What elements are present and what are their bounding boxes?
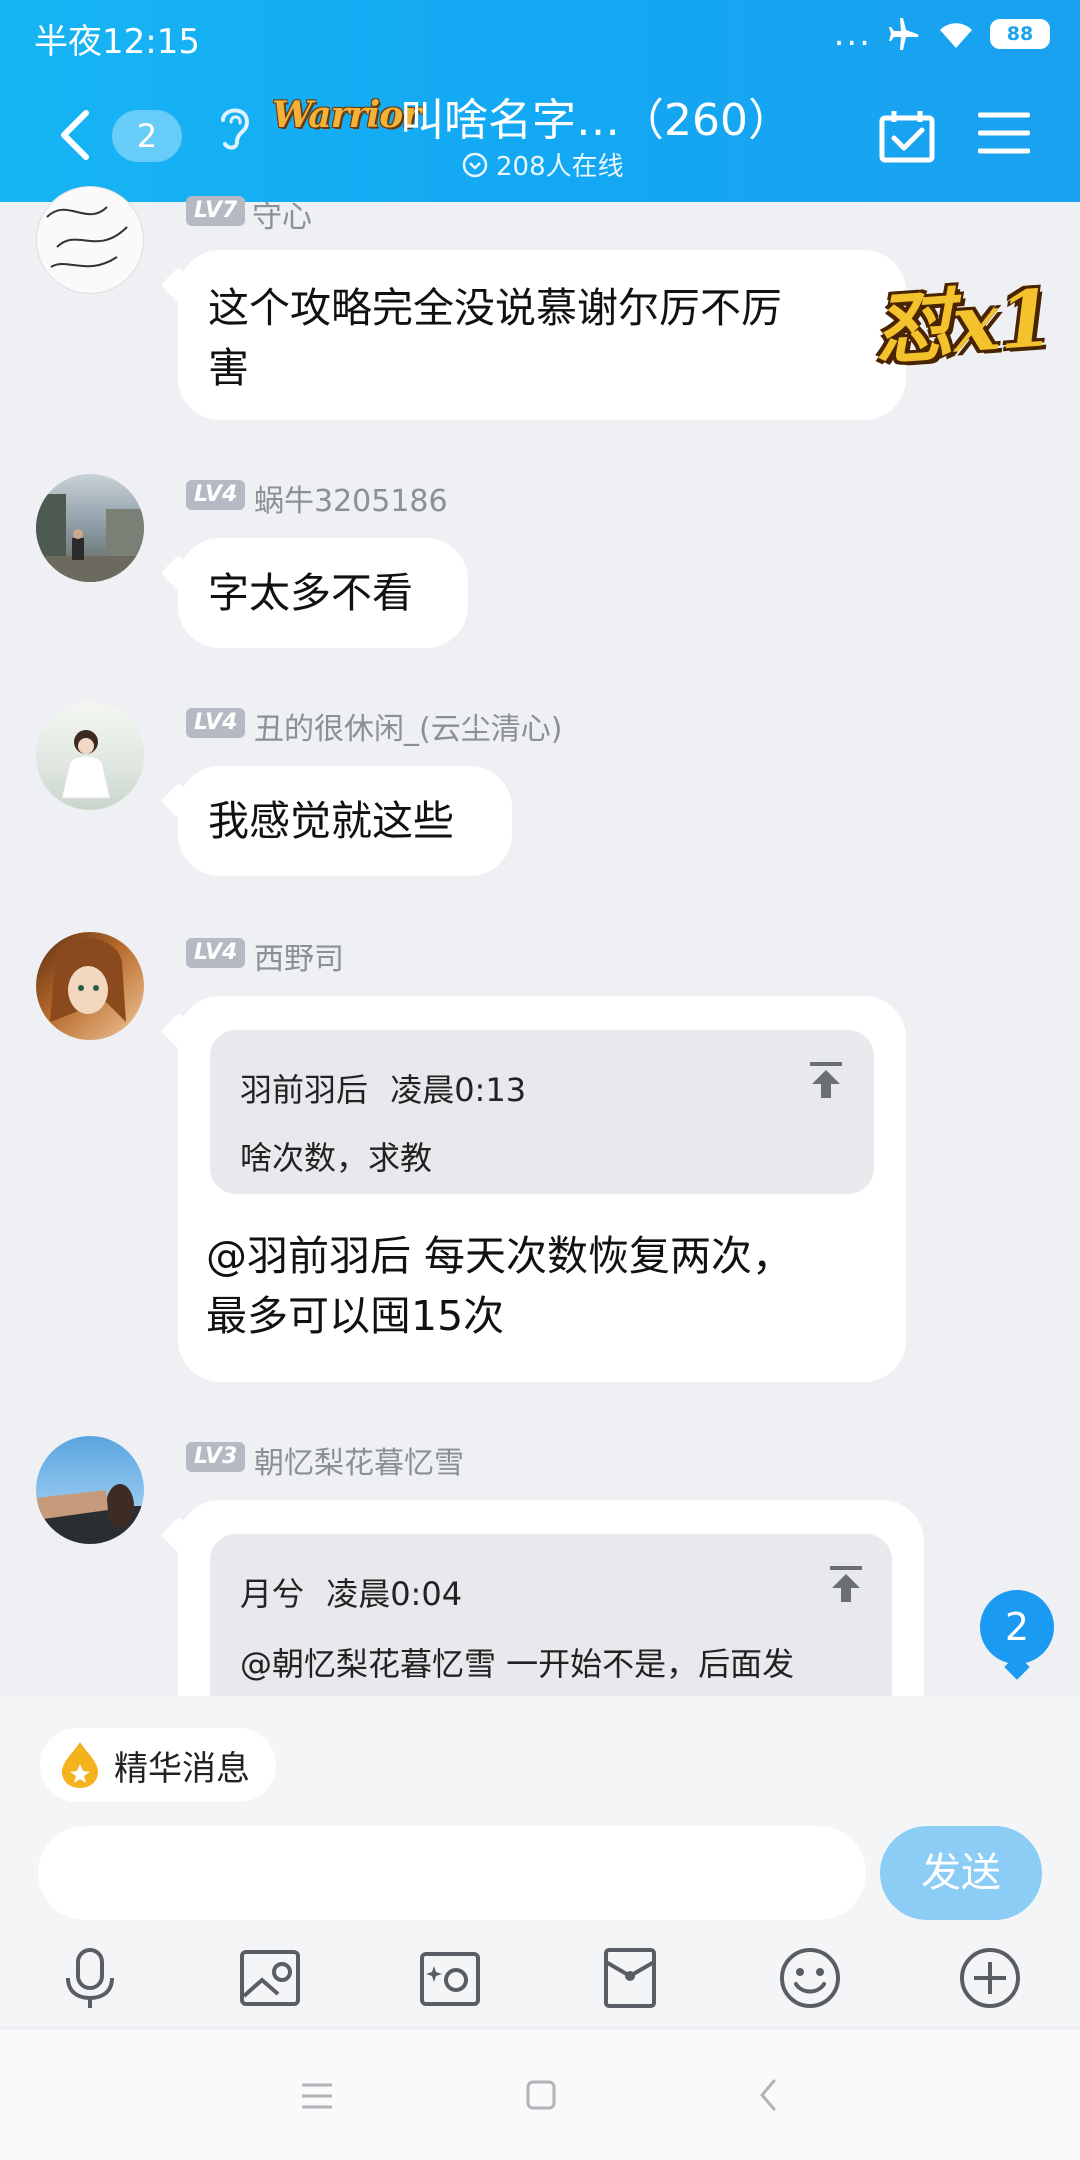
- home-icon[interactable]: [526, 2080, 556, 2110]
- essence-label: 精华消息: [114, 1748, 250, 1789]
- system-navigation-bar: [0, 2030, 1080, 2160]
- avatar[interactable]: [36, 186, 144, 294]
- bubble-tail: [160, 1516, 198, 1554]
- sender-name[interactable]: 西野司: [254, 934, 344, 978]
- level-badge: LV3: [186, 1442, 246, 1472]
- menu-icon[interactable]: [978, 110, 1030, 156]
- message-input[interactable]: [38, 1826, 866, 1920]
- system-back-icon[interactable]: [758, 2078, 778, 2112]
- avatar[interactable]: [36, 702, 144, 810]
- quote-author: 月兮: [240, 1575, 305, 1613]
- message-bubble[interactable]: 字太多不看: [160, 538, 468, 648]
- group-title[interactable]: 叫啥名字…（260）: [400, 84, 792, 148]
- emoji-icon[interactable]: [778, 1946, 842, 2010]
- quote-time: 凌晨0:04: [326, 1575, 463, 1613]
- airplane-icon: [889, 18, 919, 50]
- more-dots: ...: [833, 14, 872, 54]
- message-text: 我感觉就这些: [208, 797, 454, 845]
- quote-text: @朝忆梨花暮忆雪 一开始不是，后面发: [240, 1645, 795, 1683]
- online-text: 208人在线: [496, 152, 624, 182]
- red-packet-icon[interactable]: [598, 1946, 662, 2010]
- bubble-tail: [160, 554, 198, 592]
- camera-icon[interactable]: [418, 1946, 482, 2010]
- message-text: @羽前羽后 每天次数恢复两次，: [206, 1232, 794, 1280]
- unread-count-badge[interactable]: 2: [112, 110, 182, 162]
- reaction-sticker[interactable]: 怼x1: [870, 256, 1056, 380]
- sender-name[interactable]: 朝忆梨花暮忆雪: [254, 1438, 464, 1482]
- message-bubble[interactable]: 羽前羽后 凌晨0:13 啥次数，求教 @羽前羽后 每天次数恢复两次， 最多可以囤…: [160, 996, 906, 1382]
- essence-messages-button[interactable]: 精华消息: [40, 1728, 276, 1802]
- bubble-tail: [160, 782, 198, 820]
- new-messages-badge[interactable]: 2: [980, 1590, 1054, 1664]
- back-arrow-icon[interactable]: [50, 105, 100, 165]
- message-bubble[interactable]: 这个攻略完全没说慕谢尔厉不厉 害: [160, 250, 906, 420]
- level-badge: LV4: [186, 708, 246, 738]
- flame-icon: [62, 1742, 98, 1788]
- image-icon[interactable]: [238, 1946, 302, 2010]
- sender-name[interactable]: 蜗牛3205186: [254, 476, 448, 520]
- quote-header: 月兮 凌晨0:04: [240, 1564, 462, 1624]
- message-bubble[interactable]: 我感觉就这些: [160, 766, 512, 876]
- jump-to-top-icon[interactable]: [828, 1564, 864, 1604]
- level-badge: LV7: [186, 196, 246, 226]
- level-badge: LV4: [186, 480, 246, 510]
- bubble-tail: [160, 266, 198, 304]
- chat-header: 半夜12:15 ... 88 2 Warrior 叫啥名字…（260） 208人…: [0, 0, 1080, 202]
- message-text: 害: [208, 344, 249, 392]
- quote-header: 羽前羽后 凌晨0:13: [240, 1060, 526, 1120]
- quote-time: 凌晨0:13: [390, 1071, 527, 1109]
- sender-name[interactable]: 守心: [252, 192, 312, 236]
- bubble-tail: [160, 1012, 198, 1050]
- message-text: 字太多不看: [208, 569, 413, 617]
- message-text: 这个攻略完全没说慕谢尔厉不厉: [208, 284, 782, 332]
- recent-apps-icon[interactable]: [300, 2082, 334, 2110]
- message-text: 最多可以囤15次: [206, 1292, 505, 1340]
- ear-icon[interactable]: [215, 100, 255, 152]
- status-icons: ... 88: [834, 14, 1050, 54]
- quote-text: 啥次数，求教: [240, 1139, 433, 1177]
- status-time: 半夜12:15: [34, 22, 200, 62]
- group-logo: Warrior: [272, 94, 421, 136]
- level-badge: LV4: [186, 938, 246, 968]
- quote-author: 羽前羽后: [240, 1071, 369, 1109]
- quoted-message[interactable]: 羽前羽后 凌晨0:13 啥次数，求教: [210, 1030, 874, 1194]
- sender-name[interactable]: 丑的很休闲_(云尘清心): [254, 704, 562, 748]
- chevron-circle-icon: [462, 152, 488, 177]
- send-button[interactable]: 发送: [880, 1826, 1042, 1920]
- avatar[interactable]: [36, 474, 144, 582]
- avatar[interactable]: [36, 1436, 144, 1544]
- online-count[interactable]: 208人在线: [462, 146, 624, 183]
- battery-indicator: 88: [990, 19, 1050, 49]
- jump-to-top-icon[interactable]: [808, 1060, 844, 1100]
- microphone-icon[interactable]: [58, 1946, 122, 2010]
- avatar[interactable]: [36, 932, 144, 1040]
- calendar-check-icon[interactable]: [878, 108, 936, 164]
- wifi-icon: [940, 23, 972, 48]
- plus-icon[interactable]: [958, 1946, 1022, 2010]
